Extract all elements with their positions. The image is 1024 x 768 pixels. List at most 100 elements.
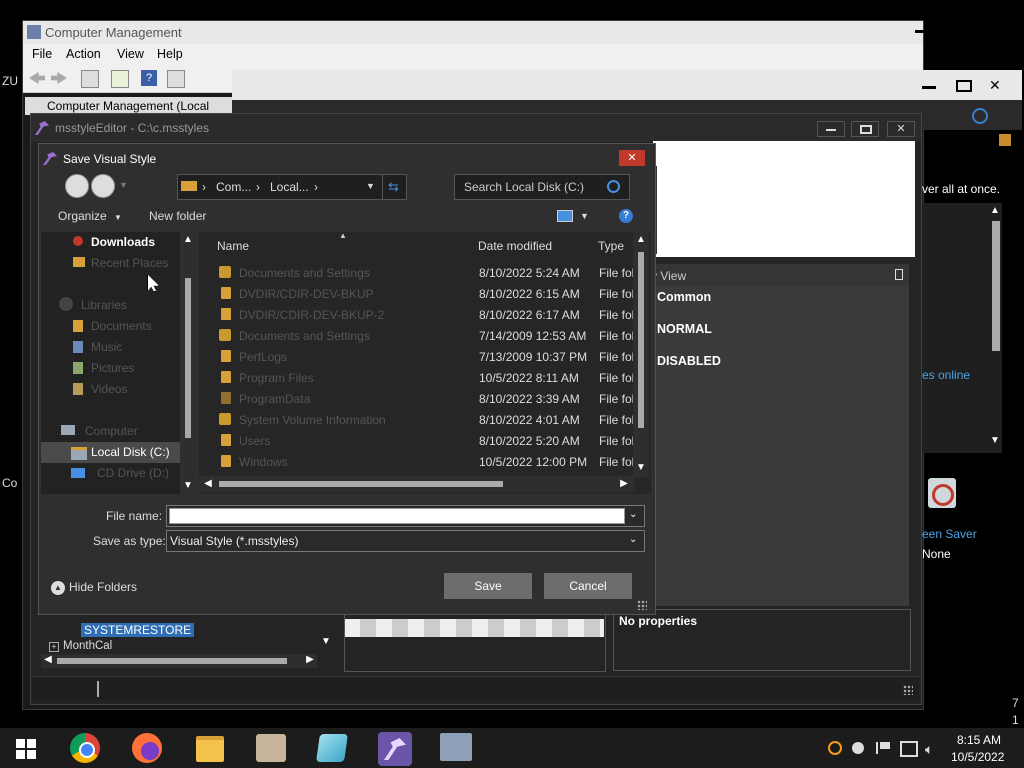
- column-header-type[interactable]: Type: [598, 239, 624, 253]
- dialog-resize-grip-icon[interactable]: [637, 600, 647, 610]
- screen-saver-icon[interactable]: [928, 478, 956, 508]
- file-row[interactable]: Program Files 10/5/2022 8:11 AM File fol: [199, 367, 639, 388]
- volume-tray-icon[interactable]: 🔈︎: [925, 741, 933, 758]
- network-tray-icon[interactable]: [900, 741, 918, 757]
- file-scroll-down[interactable]: ▼: [633, 462, 649, 473]
- menu-help[interactable]: Help: [157, 47, 183, 61]
- file-name-input-box[interactable]: [169, 508, 625, 524]
- properties-icon[interactable]: [167, 70, 185, 88]
- scroll-left-arrow[interactable]: ◀: [41, 654, 55, 665]
- save-dialog[interactable]: Save Visual Style ✕ ▼ › Com... › Local..…: [38, 143, 656, 615]
- cancel-button[interactable]: Cancel: [544, 573, 632, 599]
- tree-item-monthcal[interactable]: + MonthCal: [49, 640, 112, 652]
- background-window-titlebar[interactable]: ✕: [232, 70, 1022, 100]
- notepad-icon[interactable]: [316, 734, 348, 762]
- mse-close-button[interactable]: ✕: [887, 121, 915, 137]
- clock-date[interactable]: 10/5/2022: [951, 750, 1004, 764]
- chrome-icon[interactable]: [70, 733, 100, 763]
- online-link[interactable]: es online: [922, 368, 970, 382]
- nav-scroll-thumb[interactable]: [185, 278, 191, 438]
- file-scroll-left[interactable]: ◀: [201, 478, 215, 489]
- tree-vscroll-down[interactable]: ▼: [319, 636, 333, 650]
- nav-item-computer[interactable]: Computer: [41, 421, 196, 441]
- file-vscroll-thumb[interactable]: [638, 252, 644, 428]
- file-row[interactable]: Documents and Settings 7/14/2009 12:53 AM…: [199, 325, 639, 346]
- flag-tray-icon[interactable]: [876, 742, 890, 754]
- bg-max-button[interactable]: [956, 80, 972, 92]
- nav-item-downloads[interactable]: Downloads: [41, 232, 196, 252]
- hide-folders-button[interactable]: ▲ Hide Folders: [51, 580, 137, 595]
- right-scroll-thumb[interactable]: [992, 221, 1000, 351]
- file-scroll-up[interactable]: ▲: [633, 234, 649, 245]
- pin-icon[interactable]: [895, 269, 903, 280]
- console-tree-icon[interactable]: [81, 70, 99, 88]
- bg-search-icon[interactable]: [972, 108, 988, 124]
- view-dropdown-icon[interactable]: ▼: [580, 211, 589, 221]
- nav-scroll-up[interactable]: ▲: [180, 234, 196, 245]
- computer-management-taskbar-icon[interactable]: [440, 733, 472, 761]
- file-row[interactable]: PerfLogs 7/13/2009 10:37 PM File fol: [199, 346, 639, 367]
- export-list-icon[interactable]: [111, 70, 129, 88]
- forward-arrow-icon[interactable]: [51, 72, 67, 84]
- help-icon[interactable]: ?: [619, 209, 633, 223]
- file-vscrollbar[interactable]: ▲ ▼: [633, 232, 649, 478]
- mse-min-button[interactable]: [817, 121, 845, 137]
- file-row[interactable]: Users 8/10/2022 5:20 AM File fol: [199, 430, 639, 451]
- menu-file[interactable]: File: [32, 47, 52, 61]
- file-row[interactable]: Documents and Settings 8/10/2022 5:24 AM F…: [199, 262, 639, 283]
- file-row[interactable]: ProgramData 8/10/2022 3:39 AM File fol: [199, 388, 639, 409]
- file-name-field[interactable]: ⌄: [166, 505, 645, 527]
- nav-item-local-disk[interactable]: Local Disk (C:): [41, 442, 196, 463]
- msstyleeditor-taskbar-icon[interactable]: [378, 732, 412, 766]
- search-icon[interactable]: [607, 180, 620, 193]
- file-row[interactable]: DVDIR/CDIR-DEV-BKUP 8/10/2022 6:15 AM File…: [199, 283, 639, 304]
- search-box[interactable]: Search Local Disk (C:): [454, 174, 630, 200]
- bg-close-button[interactable]: ✕: [989, 77, 1001, 94]
- organize-button[interactable]: Organize ▼: [58, 209, 122, 223]
- nav-item-libraries[interactable]: Libraries: [41, 295, 196, 315]
- tree-hscrollbar[interactable]: ◀ ▶: [41, 654, 317, 668]
- status-tray-icon[interactable]: [852, 742, 864, 754]
- breadcrumb-computer[interactable]: Com...: [216, 180, 251, 194]
- file-explorer-icon[interactable]: [196, 736, 224, 762]
- file-row[interactable]: Windows 10/5/2022 12:00 PM File fol: [199, 451, 639, 472]
- file-scroll-right[interactable]: ▶: [617, 478, 631, 489]
- search-input[interactable]: Search Local Disk (C:): [464, 180, 584, 194]
- nav-item-videos[interactable]: Videos: [41, 379, 196, 399]
- property-item-disabled[interactable]: DISABLED: [657, 354, 721, 368]
- history-dropdown-icon[interactable]: ▼: [119, 180, 128, 190]
- save-button[interactable]: Save: [444, 573, 532, 599]
- refresh-icon[interactable]: ⇆: [388, 179, 399, 195]
- back-button[interactable]: [65, 174, 89, 198]
- screen-saver-label[interactable]: een Saver: [922, 527, 977, 541]
- mse-max-button[interactable]: [851, 121, 879, 137]
- address-dropdown-icon[interactable]: ▼: [366, 181, 375, 191]
- nav-item-cd-drive[interactable]: CD Drive (D:): [41, 463, 196, 483]
- file-row[interactable]: DVDIR/CDIR-DEV-BKUP-2 8/10/2022 6:17 AM Fi…: [199, 304, 639, 325]
- right-scroll-up[interactable]: ▲: [988, 205, 1002, 219]
- cm-close-button[interactable]: ✕: [980, 24, 991, 40]
- scroll-right-arrow[interactable]: ▶: [303, 654, 317, 665]
- file-hscroll-thumb[interactable]: [219, 481, 503, 487]
- menu-action[interactable]: Action: [66, 47, 101, 61]
- nav-item-documents[interactable]: Documents: [41, 316, 196, 336]
- file-hscrollbar[interactable]: ◀ ▶: [199, 476, 635, 492]
- property-item-common[interactable]: Common: [657, 290, 711, 304]
- property-item-normal[interactable]: NORMAL: [657, 322, 712, 336]
- breadcrumb-next[interactable]: ›: [314, 180, 318, 194]
- column-header-date[interactable]: Date modified: [478, 239, 552, 253]
- forward-button[interactable]: [91, 174, 115, 198]
- file-row[interactable]: System Volume Information 8/10/2022 4:01 …: [199, 409, 639, 430]
- tree-item-systemrestore[interactable]: SYSTEMRESTORE: [81, 623, 195, 637]
- view-options-icon[interactable]: [557, 210, 573, 222]
- cm-min-button[interactable]: ▬: [915, 25, 925, 36]
- column-header-name[interactable]: Name: [217, 239, 249, 253]
- file-name-dropdown-icon[interactable]: ⌄: [629, 509, 637, 520]
- firefox-icon[interactable]: [132, 733, 162, 763]
- bg-min-button[interactable]: [922, 86, 936, 89]
- nav-item-music[interactable]: Music: [41, 337, 196, 357]
- resize-grip-icon[interactable]: [903, 685, 913, 695]
- save-type-select[interactable]: Visual Style (*.msstyles) ⌄: [166, 530, 645, 552]
- save-dialog-titlebar[interactable]: Save Visual Style: [39, 144, 655, 172]
- computer-management-titlebar[interactable]: Computer Management ▬: [23, 21, 923, 44]
